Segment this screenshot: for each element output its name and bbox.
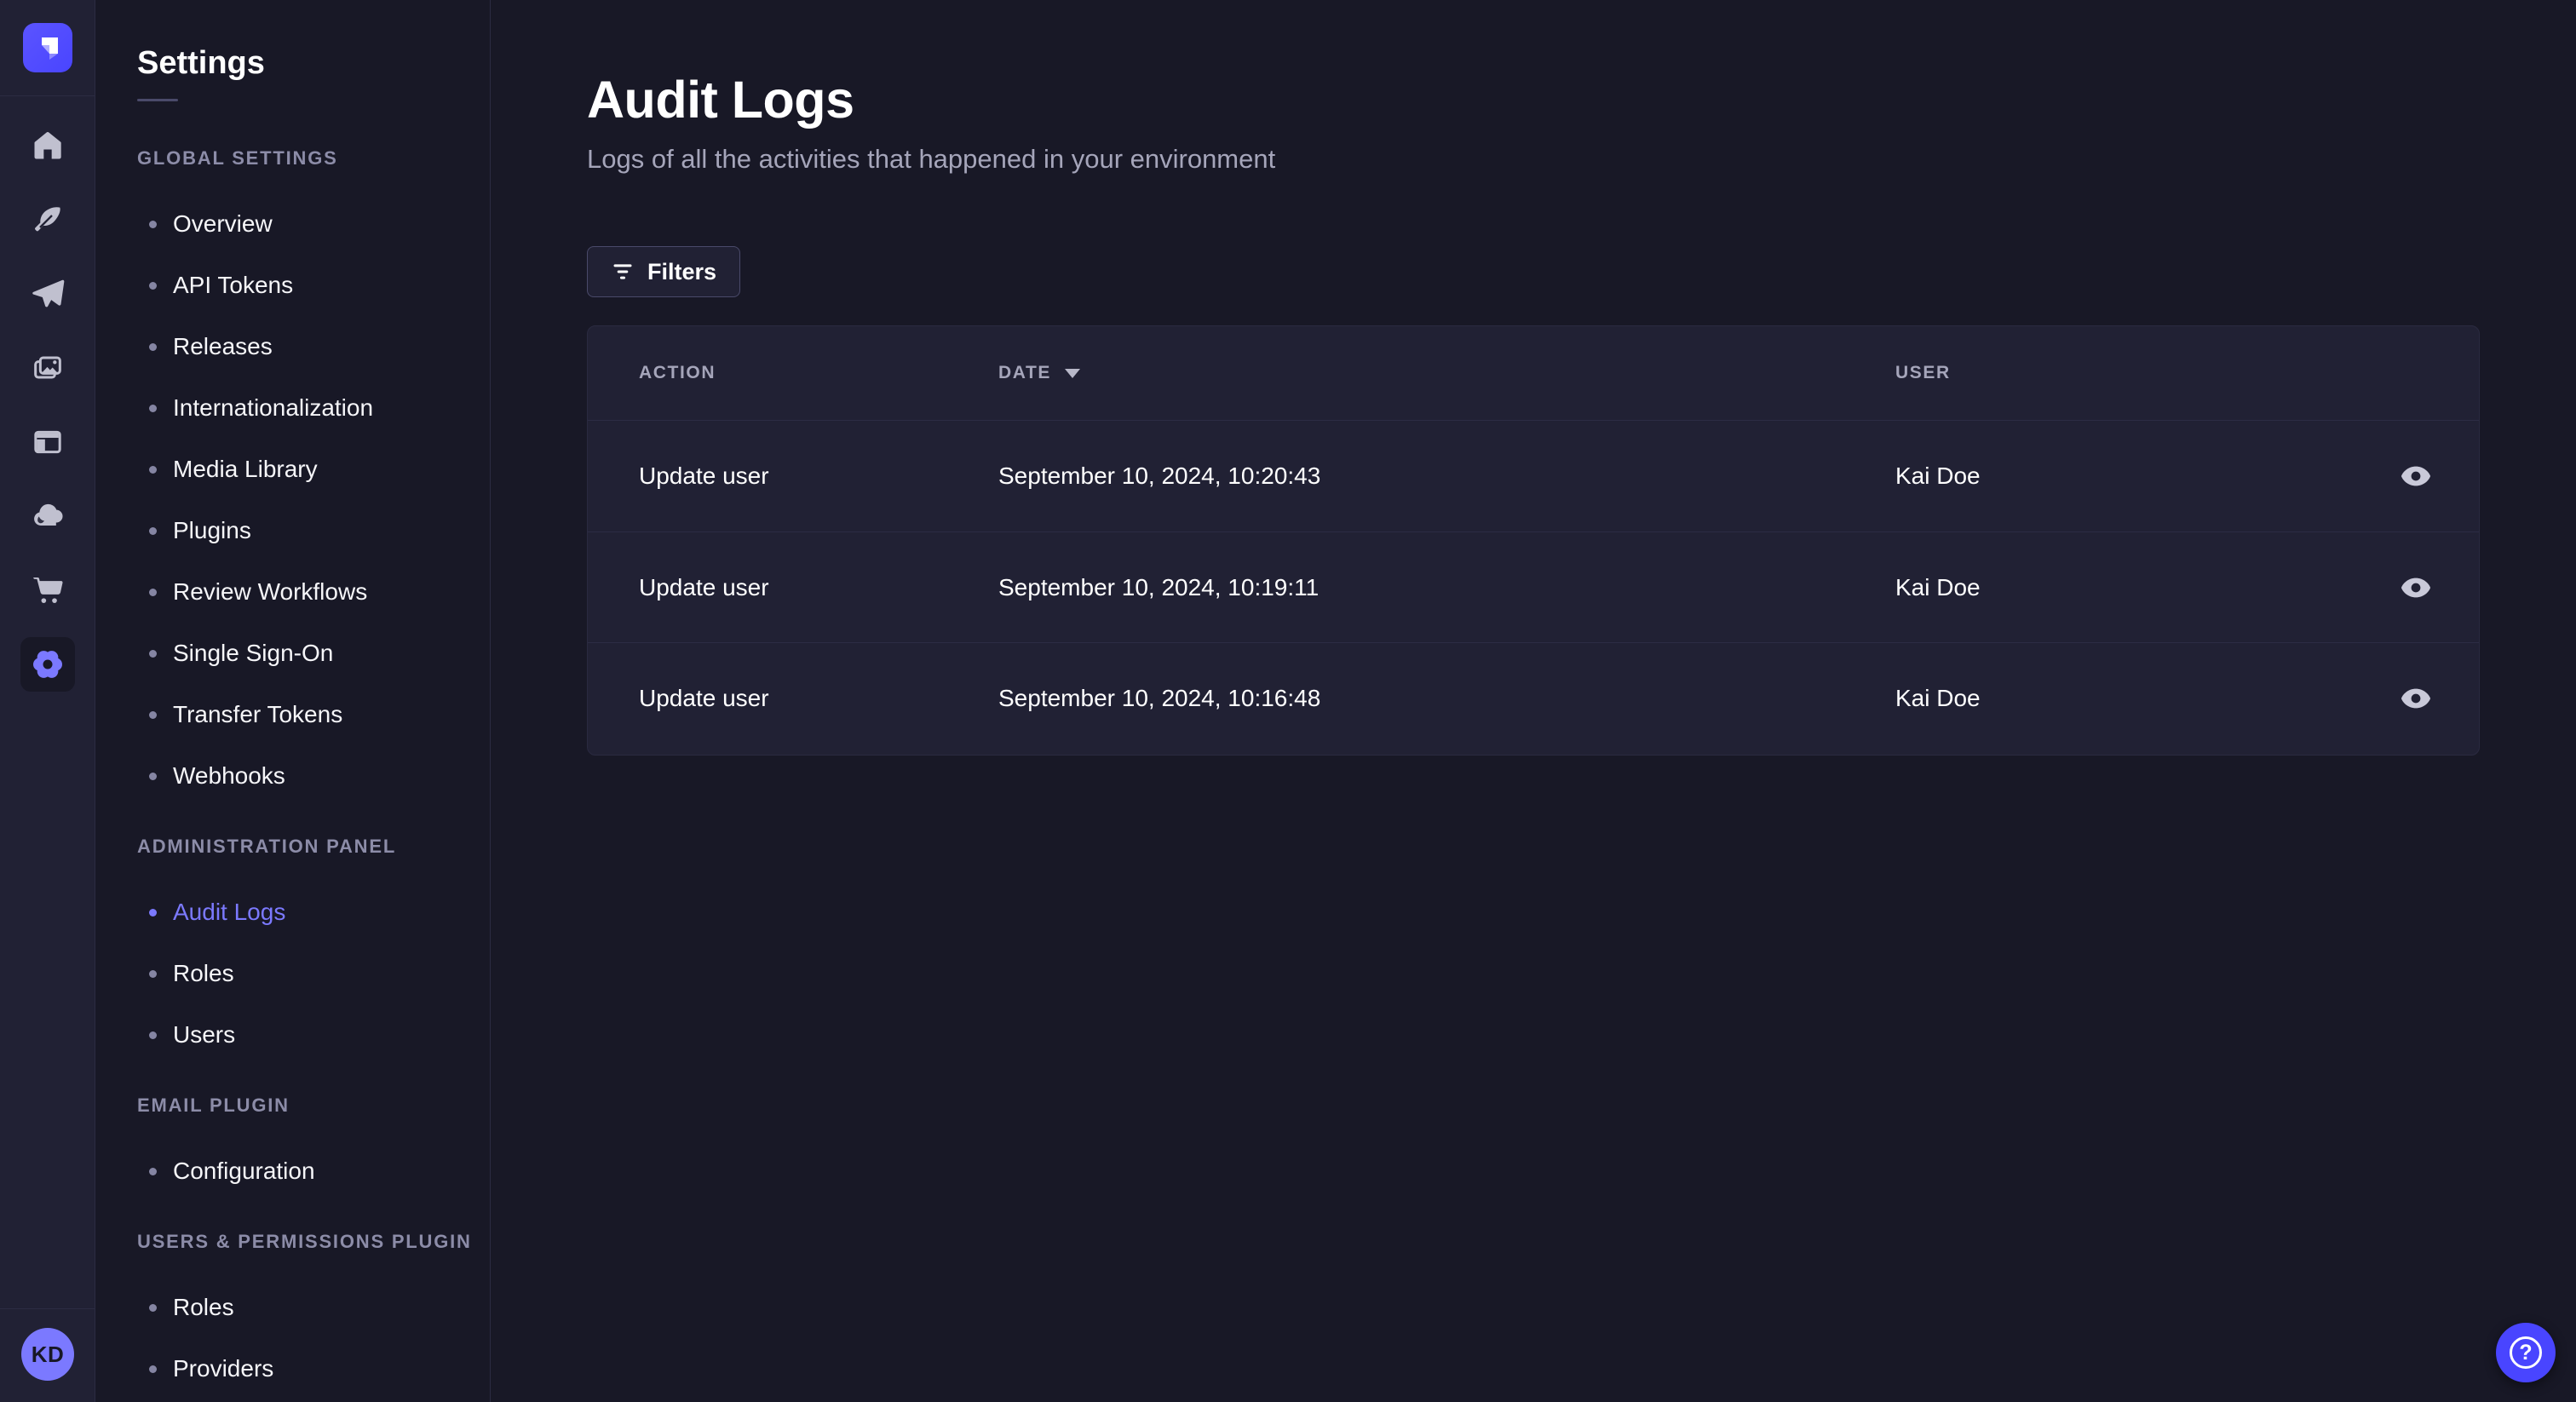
cell-action: Update user [639, 573, 769, 600]
user-avatar[interactable]: KD [21, 1328, 74, 1381]
cell-date: September 10, 2024, 10:16:48 [998, 684, 1321, 711]
column-header-action: ACTION [639, 363, 716, 382]
section-label: ADMINISTRATION PANEL [137, 836, 397, 857]
subnav-item-webhooks[interactable]: Webhooks [137, 745, 490, 807]
subnav-item-plugins[interactable]: Plugins [137, 500, 490, 561]
rail-bottom: KD [0, 1308, 95, 1402]
audit-logs-table: ACTION DATE USER Update user September 1… [587, 325, 2480, 756]
subnav-item-single-sign-on[interactable]: Single Sign-On [137, 623, 490, 684]
bullet-icon [149, 281, 157, 290]
filters-button[interactable]: Filters [587, 246, 741, 297]
eye-icon [2401, 466, 2431, 486]
bullet-icon [149, 649, 157, 658]
settings-subnav: Settings GLOBAL SETTINGS Overview API To… [95, 0, 491, 1402]
main-content: Audit Logs Logs of all the activities th… [491, 0, 2576, 1402]
filter-icon [613, 264, 632, 279]
subnav-item-admin-users[interactable]: Users [137, 1004, 490, 1066]
paper-plane-icon[interactable] [20, 267, 75, 321]
section-global-settings: GLOBAL SETTINGS Overview API Tokens Rele… [137, 147, 490, 807]
cell-date: September 10, 2024, 10:19:11 [998, 573, 1320, 600]
bullet-icon [149, 588, 157, 596]
bullet-icon [149, 526, 157, 535]
eye-icon [2401, 577, 2431, 597]
subnav-item-email-configuration[interactable]: Configuration [137, 1141, 490, 1202]
cloud-icon[interactable] [20, 489, 75, 543]
bullet-icon [149, 465, 157, 474]
table-header-row: ACTION DATE USER [588, 326, 2479, 421]
marketplace-cart-icon[interactable] [20, 563, 75, 618]
bullet-icon [149, 710, 157, 719]
subnav-item-review-workflows[interactable]: Review Workflows [137, 561, 490, 623]
bullet-icon [149, 1167, 157, 1175]
strapi-logo-icon [41, 37, 58, 60]
bullet-icon [149, 1303, 157, 1312]
subnav-item-transfer-tokens[interactable]: Transfer Tokens [137, 684, 490, 745]
column-header-date[interactable]: DATE [998, 363, 1895, 383]
bullet-icon [149, 342, 157, 351]
view-log-button[interactable] [2394, 676, 2438, 721]
strapi-logo[interactable] [22, 23, 72, 72]
subnav-item-releases[interactable]: Releases [137, 316, 490, 377]
rail-divider [0, 95, 95, 96]
bullet-icon [149, 220, 157, 228]
rail-icon-list [20, 118, 75, 711]
media-library-icon[interactable] [20, 341, 75, 395]
bullet-icon [149, 772, 157, 780]
subnav-item-up-roles[interactable]: Roles [137, 1277, 490, 1338]
subnav-item-up-providers[interactable]: Providers [137, 1338, 490, 1399]
table-row[interactable]: Update user September 10, 2024, 10:16:48… [588, 642, 2479, 753]
question-mark-icon: ? [2510, 1336, 2542, 1369]
cell-action: Update user [639, 463, 769, 489]
bullet-icon [149, 404, 157, 412]
section-administration-panel: ADMINISTRATION PANEL Audit Logs Roles Us… [137, 836, 490, 1066]
page-title: Audit Logs [587, 71, 854, 129]
page-subtitle: Logs of all the activities that happened… [587, 144, 1276, 174]
cell-user: Kai Doe [1895, 463, 1981, 489]
table-row[interactable]: Update user September 10, 2024, 10:19:11… [588, 531, 2479, 642]
subnav-item-media-library[interactable]: Media Library [137, 439, 490, 500]
table-body: Update user September 10, 2024, 10:20:43… [588, 421, 2479, 753]
bullet-icon [149, 969, 157, 978]
cell-date: September 10, 2024, 10:20:43 [998, 463, 1321, 489]
view-log-button[interactable] [2394, 566, 2438, 610]
section-label: GLOBAL SETTINGS [137, 147, 338, 169]
feather-icon[interactable] [20, 192, 75, 247]
subnav-title-divider [137, 99, 178, 101]
help-button[interactable]: ? [2496, 1323, 2556, 1382]
bullet-icon [149, 908, 157, 916]
cell-action: Update user [639, 684, 769, 711]
section-label: USERS & PERMISSIONS PLUGIN [137, 1231, 472, 1252]
main-nav-rail: KD [0, 0, 95, 1402]
table-row[interactable]: Update user September 10, 2024, 10:20:43… [588, 421, 2479, 531]
column-header-user: USER [1895, 363, 1951, 382]
subnav-item-admin-roles[interactable]: Roles [137, 943, 490, 1004]
subnav-item-audit-logs[interactable]: Audit Logs [137, 882, 490, 943]
filters-button-label: Filters [647, 258, 717, 284]
eye-icon [2401, 688, 2431, 708]
sort-desc-icon [1065, 368, 1081, 378]
layout-icon[interactable] [20, 415, 75, 469]
bullet-icon [149, 1031, 157, 1039]
settings-gear-icon[interactable] [20, 637, 75, 692]
rail-bottom-divider [0, 1308, 95, 1309]
home-icon[interactable] [20, 118, 75, 173]
section-email-plugin: EMAIL PLUGIN Configuration [137, 1095, 490, 1202]
subnav-title: Settings [137, 45, 265, 81]
subnav-item-overview[interactable]: Overview [137, 193, 490, 255]
section-label: EMAIL PLUGIN [137, 1095, 290, 1116]
section-users-permissions-plugin: USERS & PERMISSIONS PLUGIN Roles Provide… [137, 1231, 490, 1399]
subnav-item-internationalization[interactable]: Internationalization [137, 377, 490, 439]
cell-user: Kai Doe [1895, 573, 1981, 600]
bullet-icon [149, 1365, 157, 1373]
view-log-button[interactable] [2394, 454, 2438, 498]
subnav-item-api-tokens[interactable]: API Tokens [137, 255, 490, 316]
cell-user: Kai Doe [1895, 684, 1981, 711]
